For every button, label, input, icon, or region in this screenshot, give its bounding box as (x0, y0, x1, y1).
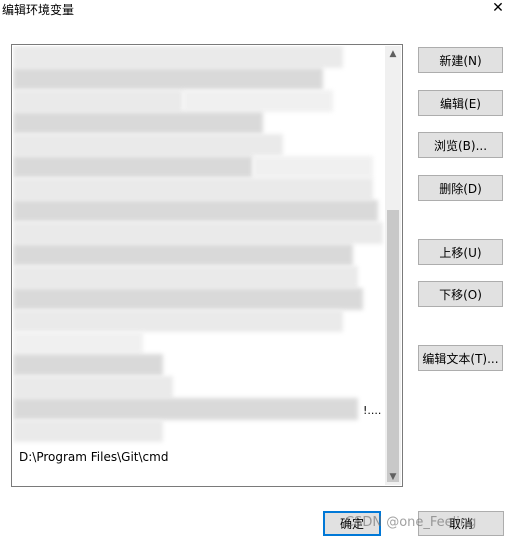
env-var-listbox[interactable]: D:\Program Files\Git\cmd ▲ ▼ (11, 44, 403, 487)
obscured-row[interactable] (13, 200, 378, 222)
vertical-scrollbar[interactable]: ▲ ▼ (385, 46, 401, 485)
watermark-text: CSDN @one_Feeling (345, 515, 477, 530)
scroll-up-icon[interactable]: ▲ (385, 46, 401, 62)
obscured-row[interactable] (13, 46, 343, 68)
obscured-row[interactable] (13, 222, 383, 244)
obscured-row[interactable] (13, 310, 343, 332)
window-title: 编辑环境变量 (2, 3, 75, 17)
move-up-button[interactable]: 上移(U) (418, 239, 503, 265)
title-bar: 编辑环境变量 ✕ (0, 0, 510, 22)
truncated-suffix: !.... (363, 404, 382, 417)
obscured-row[interactable] (13, 266, 358, 288)
scroll-down-icon[interactable]: ▼ (385, 469, 401, 485)
obscured-row[interactable] (13, 398, 358, 420)
obscured-row[interactable] (13, 244, 353, 266)
obscured-row[interactable] (13, 134, 283, 156)
obscured-row[interactable] (13, 354, 163, 376)
obscured-row[interactable] (13, 156, 253, 178)
edit-text-button[interactable]: 编辑文本(T)... (418, 345, 503, 371)
close-icon[interactable]: ✕ (490, 0, 506, 16)
edit-button[interactable]: 编辑(E) (418, 90, 503, 116)
delete-button[interactable]: 删除(D) (418, 175, 503, 201)
move-down-button[interactable]: 下移(O) (418, 281, 503, 307)
obscured-row[interactable] (13, 376, 173, 398)
list-item-git-cmd[interactable]: D:\Program Files\Git\cmd (19, 446, 168, 468)
obscured-row[interactable] (13, 90, 183, 112)
obscured-row[interactable] (13, 112, 263, 134)
obscured-row (183, 90, 333, 112)
scroll-thumb[interactable] (387, 210, 399, 482)
obscured-row (253, 156, 373, 178)
obscured-row[interactable] (13, 332, 143, 354)
obscured-row[interactable] (13, 178, 373, 200)
obscured-row[interactable] (13, 420, 163, 442)
browse-button[interactable]: 浏览(B)... (418, 132, 503, 158)
obscured-row[interactable] (13, 68, 323, 90)
obscured-row[interactable] (13, 288, 363, 310)
list-area: D:\Program Files\Git\cmd (13, 46, 385, 485)
new-button[interactable]: 新建(N) (418, 47, 503, 73)
